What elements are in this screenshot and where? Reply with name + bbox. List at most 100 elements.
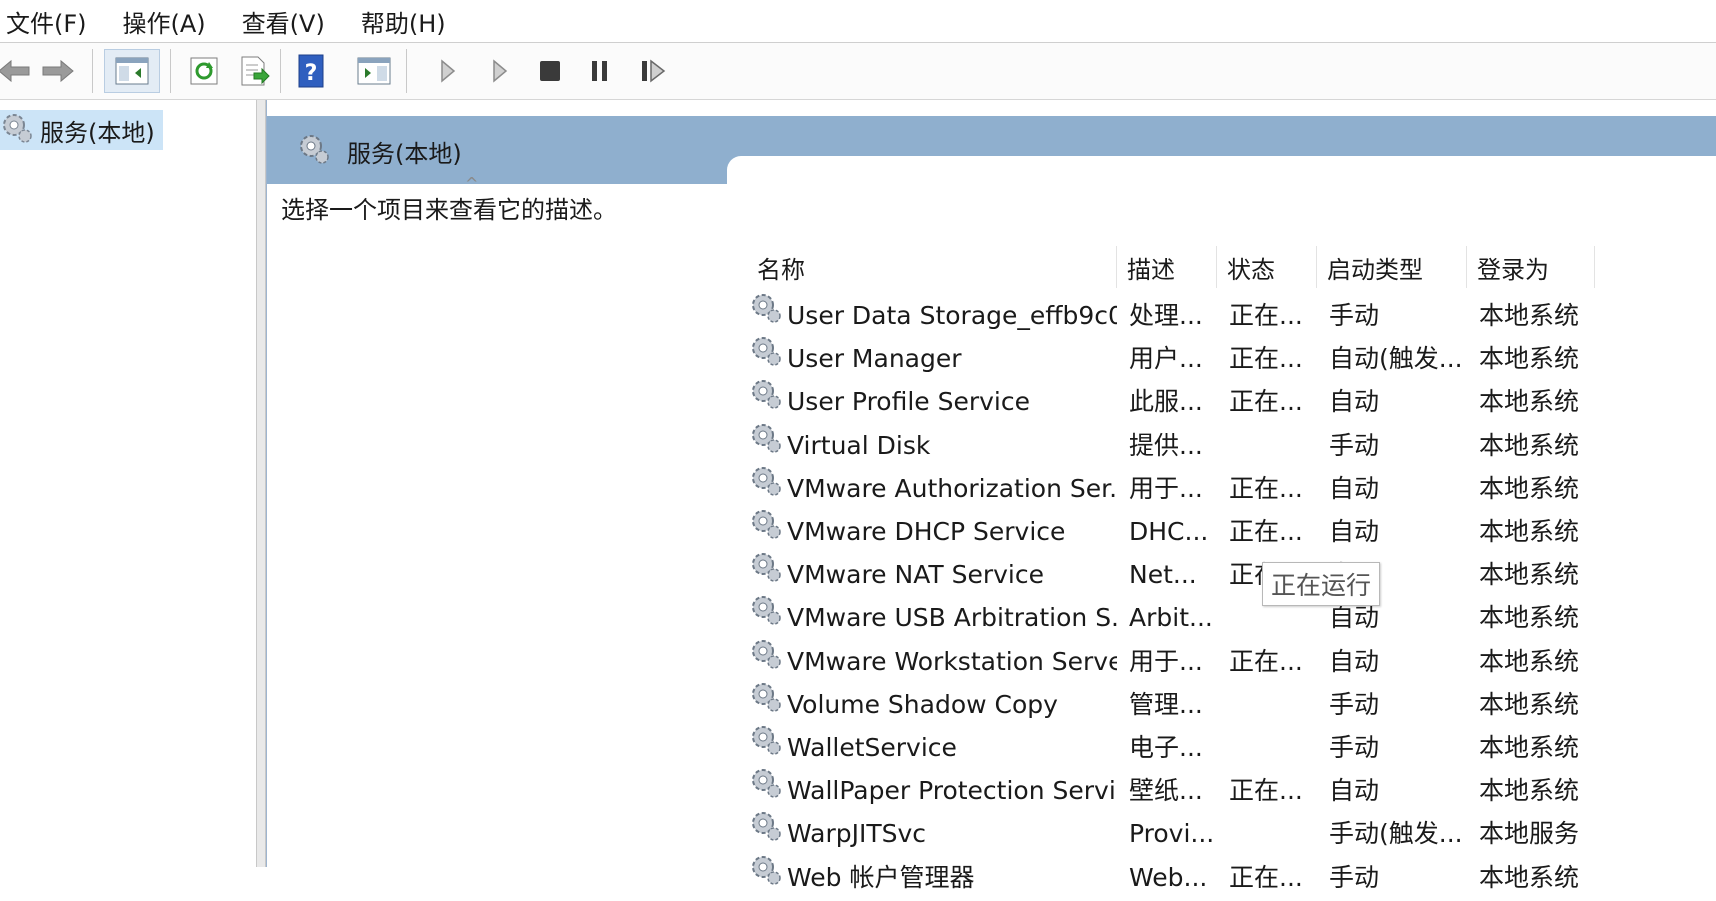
menu-help[interactable]: 帮助(H) — [361, 4, 446, 39]
service-name-cell: VMware Workstation Server — [749, 638, 1117, 685]
table-row[interactable]: Virtual Disk 提供... 手动 本地系统 — [747, 422, 1716, 469]
table-row[interactable]: VMware NAT ServiceNet...正在...自动本地系统 — [747, 551, 1716, 598]
start-service-icon[interactable] — [428, 51, 468, 91]
service-startup-type: 手动 — [1329, 689, 1380, 719]
service-startup-type: 自动 — [1329, 387, 1380, 417]
service-startup-type: 手动 — [1329, 301, 1380, 330]
toolbar: ? — [0, 43, 1716, 100]
service-description: 用于... — [1129, 646, 1203, 676]
export-list-icon[interactable] — [234, 51, 274, 91]
service-gear-icon — [749, 335, 783, 382]
service-description: Provi... — [1129, 819, 1215, 849]
service-gear-icon — [749, 681, 783, 728]
service-logon-as: 本地系统 — [1479, 301, 1580, 330]
table-row[interactable]: User Manager 用户... 正在... 自动(触发... 本地系统 — [747, 335, 1716, 382]
service-status: 正在... — [1229, 646, 1303, 676]
pause-service-icon[interactable] — [580, 51, 620, 91]
column-header-status[interactable]: 状态 — [1217, 246, 1317, 288]
service-name-cell: User Data Storage_effb9c0 — [749, 292, 1117, 339]
restart-service-icon[interactable] — [634, 51, 674, 91]
table-row[interactable]: VMware Authorization Ser... 用于... 正在... 自动 本… — [747, 465, 1716, 512]
tree-item-label: 服务(本地) — [40, 118, 155, 147]
back-arrow-icon[interactable] — [0, 51, 34, 91]
page-title: 服务(本地) — [297, 132, 462, 170]
service-name-cell: Web 帐户管理器 — [749, 854, 1117, 901]
properties-pane-icon[interactable] — [354, 51, 394, 91]
service-startup-type: 手动(触发... — [1329, 819, 1463, 849]
table-row[interactable]: Web 帐户管理器 Web... 正在... 手动 本地系统 — [747, 854, 1716, 901]
service-gear-icon — [749, 508, 783, 555]
service-gear-icon — [749, 422, 783, 469]
table-row[interactable]: WallPaper Protection Servi... 壁纸... 正在... 自… — [747, 767, 1716, 814]
service-status: 正在... — [1229, 862, 1303, 892]
service-name: User Manager — [787, 344, 962, 374]
forward-arrow-icon[interactable] — [38, 51, 78, 91]
tree-item-services-local[interactable]: 服务(本地) — [0, 110, 163, 150]
service-name-cell: Virtual Disk — [749, 422, 1117, 469]
service-logon-as: 本地系统 — [1479, 473, 1580, 503]
service-status: 正在... — [1229, 301, 1303, 330]
service-name-cell: Volume Shadow Copy — [749, 681, 1117, 728]
menu-view[interactable]: 查看(V) — [242, 4, 325, 39]
service-status: 正在... — [1229, 344, 1303, 374]
table-row[interactable]: User Profile Service 此服... 正在... 自动 本地系统 — [747, 378, 1716, 425]
service-description: 壁纸... — [1129, 776, 1203, 806]
service-logon-as: 本地系统 — [1479, 560, 1580, 590]
svg-text:?: ? — [305, 61, 318, 86]
header-band: 服务(本地) — [267, 116, 1716, 184]
service-status — [1229, 724, 1317, 771]
menu-action[interactable]: 操作(A) — [123, 4, 206, 39]
table-row[interactable]: WalletService 电子... 手动 本地系统 — [747, 724, 1716, 771]
console-tree: 服务(本地) — [0, 100, 256, 867]
toolbar-separator — [92, 49, 93, 93]
header-band-cut — [727, 156, 1716, 184]
toolbar-separator — [170, 49, 171, 93]
service-name-cell: VMware NAT Service — [749, 551, 1117, 598]
table-row[interactable]: Volume Shadow Copy 管理... 手动 本地系统 — [747, 681, 1716, 728]
service-name-cell: WarpJITSvc — [749, 810, 1117, 857]
column-header-description[interactable]: 描述 — [1117, 246, 1217, 288]
service-name: Volume Shadow Copy — [787, 689, 1058, 719]
show-hide-tree-icon[interactable] — [104, 49, 160, 93]
service-gear-icon — [749, 767, 783, 814]
table-row[interactable]: VMware DHCP Service DHC... 正在... 自动 本地系统 — [747, 508, 1716, 555]
column-header-startup-type[interactable]: 启动类型 — [1317, 246, 1467, 288]
service-startup-type: 自动 — [1329, 473, 1380, 503]
service-gear-icon — [749, 724, 783, 771]
start-alt-icon[interactable] — [480, 51, 520, 91]
refresh-icon[interactable] — [184, 51, 224, 91]
column-header-name[interactable]: 名称 — [747, 246, 1117, 288]
table-row[interactable]: VMware Workstation Server 用于... 正在... 自动 本地系… — [747, 638, 1716, 685]
status-tooltip: 正在运行 — [1262, 562, 1381, 606]
service-name: Web 帐户管理器 — [787, 862, 975, 892]
service-startup-type: 自动 — [1329, 776, 1380, 806]
description-text: 选择一个项目来查看它的描述。 — [281, 196, 617, 224]
table-row[interactable]: VMware USB Arbitration S... Arbit... 自动 本地系… — [747, 594, 1716, 641]
table-row[interactable]: User Data Storage_effb9c0 处理... 正在... 手动 本地系… — [747, 292, 1716, 339]
help-icon[interactable]: ? — [292, 51, 332, 91]
service-gear-icon — [749, 378, 783, 425]
service-status — [1229, 681, 1317, 728]
pane-splitter[interactable] — [256, 100, 266, 867]
stop-service-icon[interactable] — [530, 51, 570, 91]
service-startup-type: 自动 — [1329, 517, 1380, 546]
service-logon-as: 本地服务 — [1479, 819, 1580, 849]
service-status: 正在... — [1229, 517, 1303, 546]
service-name-cell: VMware USB Arbitration S... — [749, 594, 1117, 641]
service-logon-as: 本地系统 — [1479, 862, 1580, 892]
menu-bar: 文件(F) 操作(A) 查看(V) 帮助(H) — [0, 0, 1716, 43]
service-name: User Data Storage_effb9c0 — [787, 301, 1117, 330]
table-row[interactable]: WarpJITSvc Provi... 手动(触发... 本地服务 — [747, 810, 1716, 857]
service-logon-as: 本地系统 — [1479, 776, 1580, 806]
service-description: Net... — [1129, 560, 1197, 590]
service-gear-icon — [749, 854, 783, 901]
service-description: 用于... — [1129, 473, 1203, 503]
service-name: VMware Workstation Server — [787, 646, 1117, 676]
service-status: 正在... — [1229, 776, 1303, 806]
menu-file[interactable]: 文件(F) — [6, 4, 87, 39]
service-name: WarpJITSvc — [787, 819, 927, 849]
service-gear-icon — [749, 465, 783, 512]
column-header-logon-as[interactable]: 登录为 — [1467, 246, 1595, 288]
service-startup-type: 手动 — [1329, 862, 1380, 892]
service-description: DHC... — [1129, 517, 1209, 546]
